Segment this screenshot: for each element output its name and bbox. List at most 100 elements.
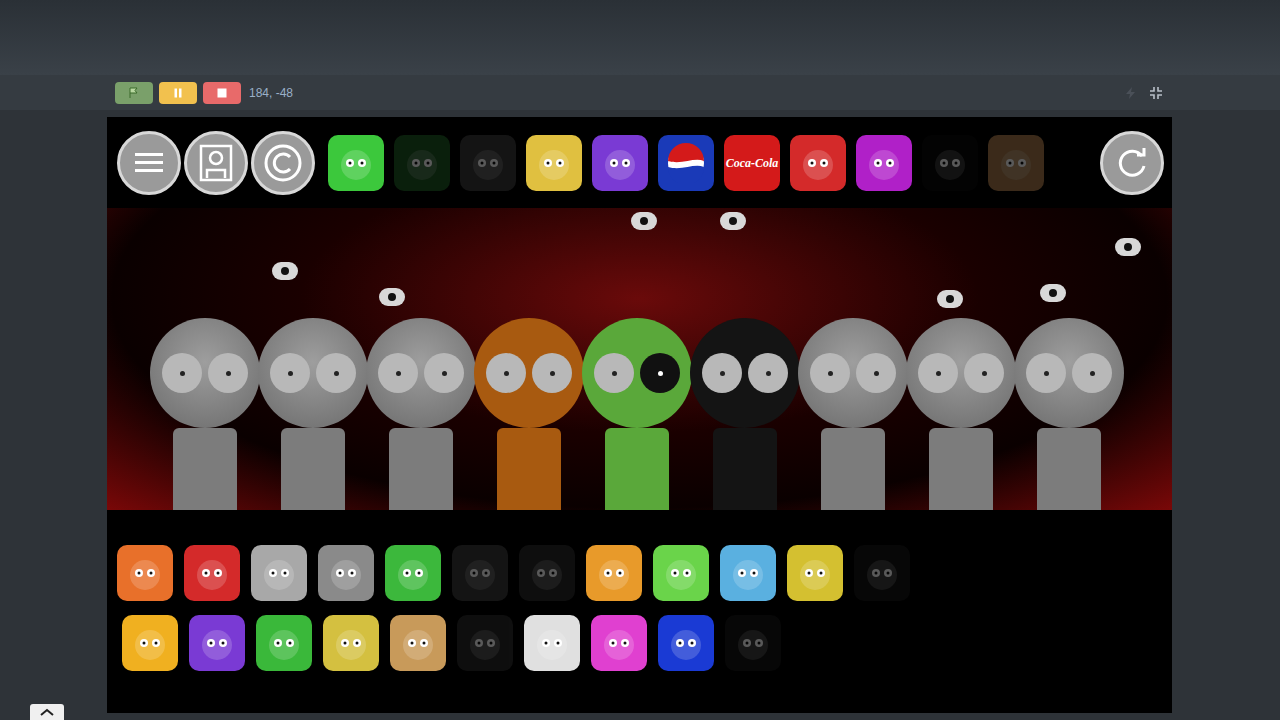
character-icon[interactable] [385, 545, 441, 601]
character-icon[interactable] [592, 135, 648, 191]
character-icon[interactable] [184, 545, 240, 601]
character-icon[interactable] [318, 545, 374, 601]
face-icon [264, 623, 304, 663]
character-icon[interactable] [117, 545, 173, 601]
flag-button[interactable] [115, 82, 153, 104]
floating-eye [1040, 284, 1066, 302]
character-icon[interactable] [658, 615, 714, 671]
face-icon [259, 553, 299, 593]
copyright-icon [263, 143, 303, 183]
character-body [929, 428, 993, 510]
character-head [582, 318, 692, 428]
character-icon[interactable] [394, 135, 450, 191]
page: 184, -48 Coca-Cola [0, 0, 1280, 720]
character-icon[interactable] [586, 545, 642, 601]
pause-button[interactable] [159, 82, 197, 104]
collapse-button[interactable] [30, 704, 64, 720]
face-icon [600, 143, 640, 183]
character-icon[interactable] [328, 135, 384, 191]
menu-icon [135, 151, 163, 175]
character-body [821, 428, 885, 510]
profile-icon [199, 144, 233, 182]
palette-row [117, 545, 1172, 601]
character-icon[interactable] [390, 615, 446, 671]
scene [107, 208, 1172, 510]
face-icon [402, 143, 442, 183]
face-icon [331, 623, 371, 663]
face-icon [996, 143, 1036, 183]
stage-slot[interactable] [475, 318, 583, 510]
character-icon[interactable]: Coca-Cola [724, 135, 780, 191]
face-icon [468, 143, 508, 183]
character-icon[interactable] [122, 615, 178, 671]
character-icon[interactable] [653, 545, 709, 601]
character-icon[interactable] [658, 135, 714, 191]
character-icon[interactable] [725, 615, 781, 671]
character-icon[interactable] [256, 615, 312, 671]
face-icon [666, 623, 706, 663]
face-icon [130, 623, 170, 663]
stage-slot[interactable] [583, 318, 691, 510]
face-icon [192, 553, 232, 593]
stage-slot[interactable] [1015, 318, 1123, 510]
character-icon[interactable] [790, 135, 846, 191]
character-icon[interactable] [519, 545, 575, 601]
character-icon[interactable] [856, 135, 912, 191]
stop-button[interactable] [203, 82, 241, 104]
credits-button[interactable] [251, 131, 315, 195]
stage-slot[interactable] [367, 318, 475, 510]
turbo-icon[interactable] [1123, 86, 1139, 100]
character-icon[interactable] [922, 135, 978, 191]
eye [748, 353, 788, 393]
character-palette [107, 510, 1172, 671]
character-icon[interactable] [787, 545, 843, 601]
face-icon [527, 553, 567, 593]
stage-slot[interactable] [151, 318, 259, 510]
face-icon [930, 143, 970, 183]
face-icon [465, 623, 505, 663]
character-icon[interactable] [854, 545, 910, 601]
eye [486, 353, 526, 393]
empty-head [150, 318, 260, 428]
eye [702, 353, 742, 393]
pepsi-icon [666, 143, 706, 183]
character-icon[interactable] [457, 615, 513, 671]
eye [208, 353, 248, 393]
eye [810, 353, 850, 393]
reset-button[interactable] [1100, 131, 1164, 195]
empty-head [798, 318, 908, 428]
face-icon [532, 623, 572, 663]
character-icon[interactable] [526, 135, 582, 191]
character-icon[interactable] [323, 615, 379, 671]
face-icon [336, 143, 376, 183]
menu-button[interactable] [117, 131, 181, 195]
face-icon [125, 553, 165, 593]
stage-slot[interactable] [799, 318, 907, 510]
character-head [690, 318, 800, 428]
character-body [389, 428, 453, 510]
character-body [173, 428, 237, 510]
character-body [1037, 428, 1101, 510]
stage[interactable]: Coca-Cola [107, 117, 1172, 713]
fullscreen-exit-icon[interactable] [1149, 86, 1163, 100]
character-icon[interactable] [988, 135, 1044, 191]
control-bar: 184, -48 [0, 75, 1280, 110]
character-icon[interactable] [452, 545, 508, 601]
profile-button[interactable] [184, 131, 248, 195]
character-icon[interactable] [591, 615, 647, 671]
character-icon[interactable] [524, 615, 580, 671]
floating-eye [379, 288, 405, 306]
stage-slot[interactable] [259, 318, 367, 510]
floating-eye [720, 212, 746, 230]
character-icon[interactable] [251, 545, 307, 601]
stage-slot[interactable] [691, 318, 799, 510]
stage-slot[interactable] [907, 318, 1015, 510]
character-body [713, 428, 777, 510]
top-icon-row: Coca-Cola [328, 135, 1044, 191]
eye [594, 353, 634, 393]
character-body [605, 428, 669, 510]
character-icon[interactable] [189, 615, 245, 671]
character-icon[interactable] [460, 135, 516, 191]
chevron-up-icon [40, 708, 54, 716]
character-icon[interactable] [720, 545, 776, 601]
